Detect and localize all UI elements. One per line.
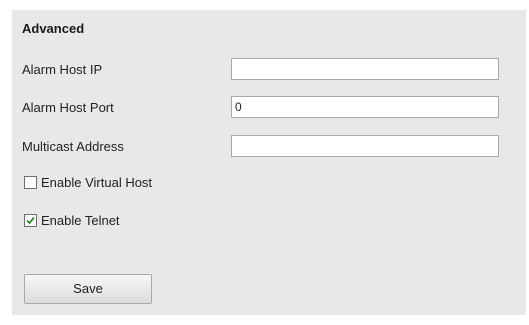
alarm-host-port-label: Alarm Host Port [22,100,114,115]
enable-telnet-checkbox[interactable] [24,213,37,227]
alarm-host-ip-input[interactable] [231,58,499,80]
advanced-settings-panel: Advanced Alarm Host IP Alarm Host Port M… [12,10,526,315]
multicast-address-input[interactable] [231,135,499,157]
enable-telnet-label: Enable Telnet [41,212,120,228]
enable-virtual-host-option[interactable]: Enable Virtual Host [24,174,152,190]
multicast-address-label: Multicast Address [22,139,124,154]
enable-virtual-host-label: Enable Virtual Host [41,174,153,190]
checkmark-icon [26,216,35,224]
enable-telnet-option[interactable]: Enable Telnet [24,212,120,228]
alarm-host-port-input[interactable] [231,96,499,118]
save-button[interactable]: Save [24,274,152,304]
alarm-host-ip-label: Alarm Host IP [22,62,103,77]
enable-virtual-host-checkbox[interactable] [24,175,37,189]
section-title: Advanced [22,21,85,36]
